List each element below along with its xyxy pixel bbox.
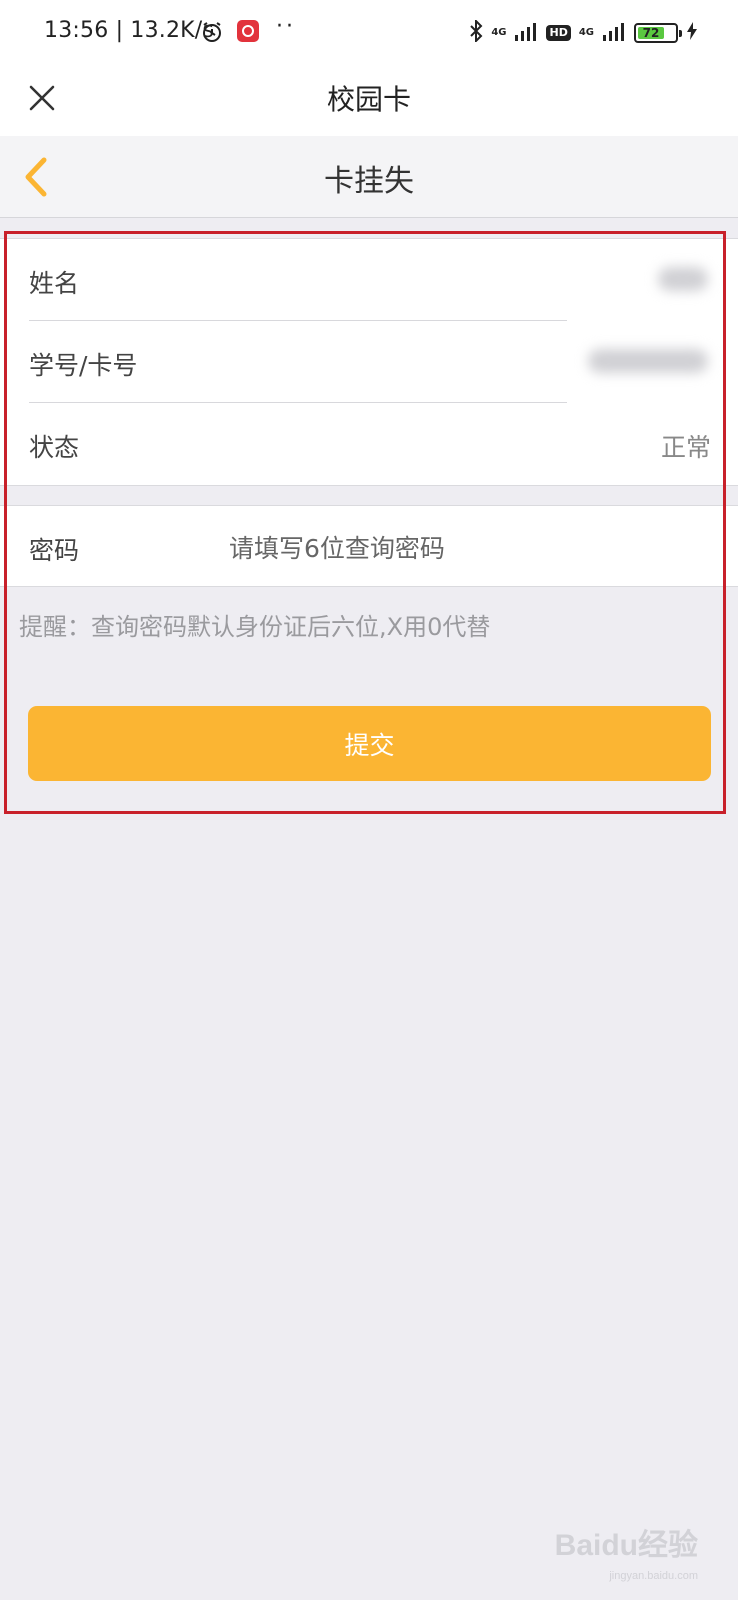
student-id-label: 学号/卡号 <box>29 351 138 380</box>
status-time: 13:56 | 13.2K/s <box>44 18 215 43</box>
password-row: 密码 <box>0 506 738 588</box>
submit-button[interactable]: 提交 <box>28 706 711 781</box>
card-info-group: 姓名 学号/卡号 状态 正常 <box>0 238 738 486</box>
music-app-icon <box>236 19 260 47</box>
hd-badge: HD <box>546 25 571 41</box>
blurred-student-id-value <box>588 349 708 373</box>
baidu-watermark: Baidu经验 <box>554 1529 698 1562</box>
battery-level: 72 <box>638 27 664 39</box>
charging-icon <box>686 21 698 45</box>
status-row: 状态 正常 <box>0 403 738 485</box>
status-label: 状态 <box>29 433 80 462</box>
app-header: 校园卡 <box>0 62 738 136</box>
name-label: 姓名 <box>29 269 80 298</box>
blurred-name-value <box>658 267 708 291</box>
status-indicators: 4G HD 4G 72 <box>469 18 698 46</box>
nav-bar: 卡挂失 <box>0 136 738 218</box>
password-input[interactable] <box>229 528 709 568</box>
password-group: 密码 <box>0 505 738 587</box>
signal-bars-icon <box>602 21 626 45</box>
alarm-clock-icon <box>200 20 224 48</box>
status-value: 正常 <box>660 433 711 462</box>
app-title: 校园卡 <box>326 83 411 116</box>
network-type-2: 4G <box>578 27 594 38</box>
page-title: 卡挂失 <box>324 164 414 199</box>
baidu-watermark-url: jingyan.baidu.com <box>609 1570 698 1582</box>
network-type-1: 4G <box>491 27 507 38</box>
bluetooth-icon <box>469 18 483 46</box>
status-bar: 13:56 | 13.2K/s ·· 4G HD 4G 72 <box>0 0 738 62</box>
more-notifications-icon: ·· <box>276 14 296 39</box>
blurred-personal-info <box>568 239 738 403</box>
battery-icon: 72 <box>634 23 682 43</box>
hint-text: 提醒：查询密码默认身份证后六位,X用0代替 <box>19 613 491 641</box>
signal-bars-icon <box>514 21 538 45</box>
password-label: 密码 <box>29 536 80 565</box>
